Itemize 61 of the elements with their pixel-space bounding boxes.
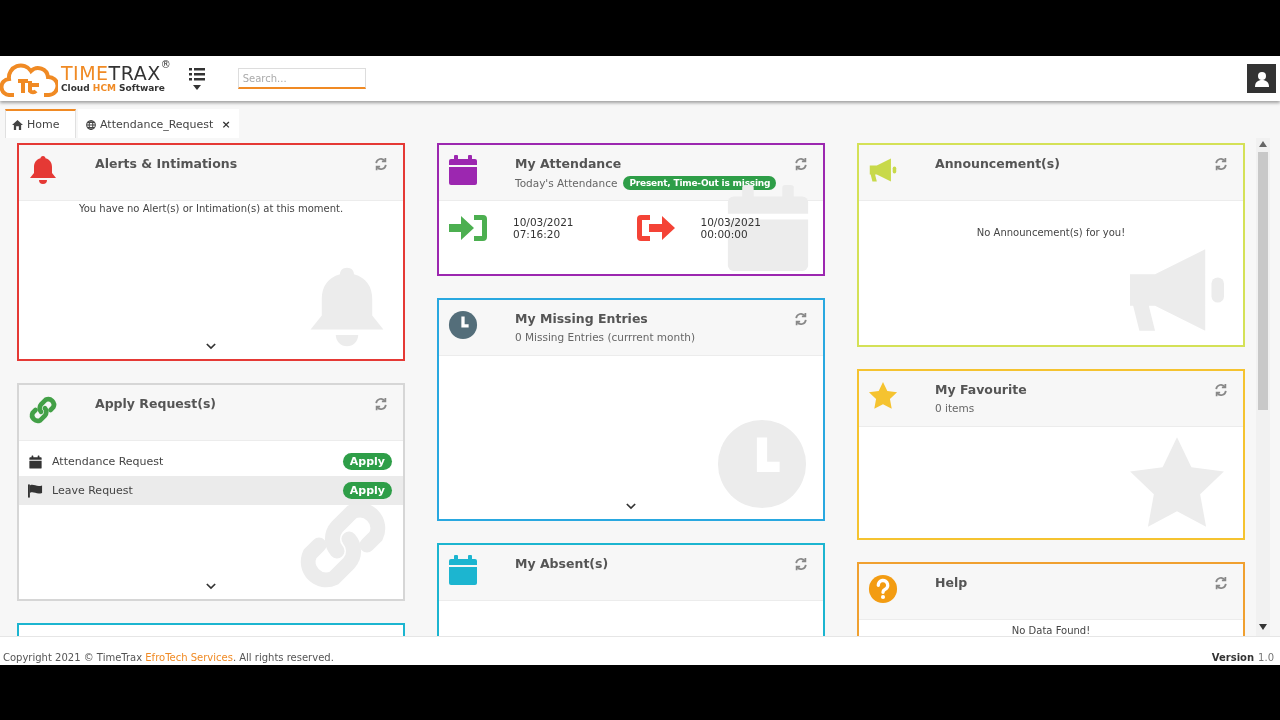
close-icon[interactable]: ×	[221, 118, 231, 131]
time-in-date: 10/03/2021	[513, 216, 574, 228]
link-icon	[28, 394, 58, 426]
chevron-down-icon[interactable]	[206, 583, 216, 590]
tab[interactable]: Home	[5, 109, 76, 138]
card-title: Apply Request(s)	[95, 396, 218, 412]
brand-name: TIMETRAX	[61, 63, 161, 83]
empty-message: You have no Alert(s) or Intimation(s) at this moment.	[77, 203, 345, 214]
version-number: 1.0	[1258, 652, 1274, 663]
card-title: My Missing Entries	[515, 311, 649, 327]
calendar-icon	[448, 554, 478, 586]
globe-icon	[86, 119, 96, 130]
registered-mark: ®	[160, 59, 171, 70]
calendar-icon	[448, 154, 478, 186]
sign-in-icon	[448, 213, 488, 243]
home-icon	[12, 119, 23, 130]
refresh-icon[interactable]	[1214, 157, 1228, 171]
card-subtitle: 0 items	[935, 402, 975, 414]
card-title: Alerts & Intimations	[95, 156, 239, 172]
card-title: My Absent(s)	[515, 556, 610, 572]
clock-icon	[448, 309, 478, 341]
card-title: Help	[935, 575, 969, 591]
refresh-icon[interactable]	[374, 397, 388, 411]
refresh-icon[interactable]	[794, 312, 808, 326]
star-icon	[868, 380, 898, 412]
refresh-icon[interactable]	[1214, 383, 1228, 397]
request-row[interactable]: Leave Request Apply	[19, 476, 403, 505]
calendar-icon	[28, 454, 43, 469]
flag-icon	[28, 483, 43, 498]
tab[interactable]: Attendance_Request ×	[78, 109, 239, 138]
brand-tagline: Cloud HCM Software	[61, 83, 166, 94]
bell-icon	[28, 154, 58, 186]
search-field[interactable]: Search...	[237, 68, 366, 89]
card-title: My Favourite	[935, 382, 1028, 398]
scroll-down-icon[interactable]	[1259, 624, 1267, 630]
refresh-icon[interactable]	[1214, 576, 1228, 590]
refresh-icon[interactable]	[794, 157, 808, 171]
card-title: Announcement(s)	[935, 156, 1061, 172]
user-button[interactable]	[1247, 64, 1276, 93]
time-out-time: 00:00:00	[700, 228, 749, 240]
time-out-date: 10/03/2021	[700, 216, 762, 228]
help-icon	[868, 573, 898, 605]
card-subtitle: 0 Missing Entries (currrent month)	[515, 331, 696, 343]
request-row[interactable]: Attendance Request Apply	[19, 447, 403, 476]
menu-icon[interactable]	[188, 65, 205, 92]
scroll-up-icon[interactable]	[1259, 141, 1267, 147]
empty-message: No Announcement(s) for you!	[975, 227, 1127, 238]
card-subtitle: Today's Attendance	[515, 177, 618, 189]
copyright-text: Copyright 2021 © TimeTrax EfroTech Services. All rights reserved.	[3, 652, 334, 663]
scrollbar[interactable]	[1256, 138, 1270, 636]
time-in-time: 07:16:20	[513, 228, 562, 240]
user-icon	[1253, 70, 1270, 87]
refresh-icon[interactable]	[794, 557, 808, 571]
chevron-down-icon[interactable]	[206, 343, 216, 350]
chevron-down-icon[interactable]	[626, 503, 636, 510]
version-label: Version	[1211, 652, 1255, 663]
refresh-icon[interactable]	[374, 157, 388, 171]
cloud-logo-icon	[0, 60, 58, 97]
card-title: My Attendance	[515, 156, 623, 172]
sign-out-icon	[635, 213, 676, 243]
empty-message: No Data Found!	[1010, 625, 1092, 636]
